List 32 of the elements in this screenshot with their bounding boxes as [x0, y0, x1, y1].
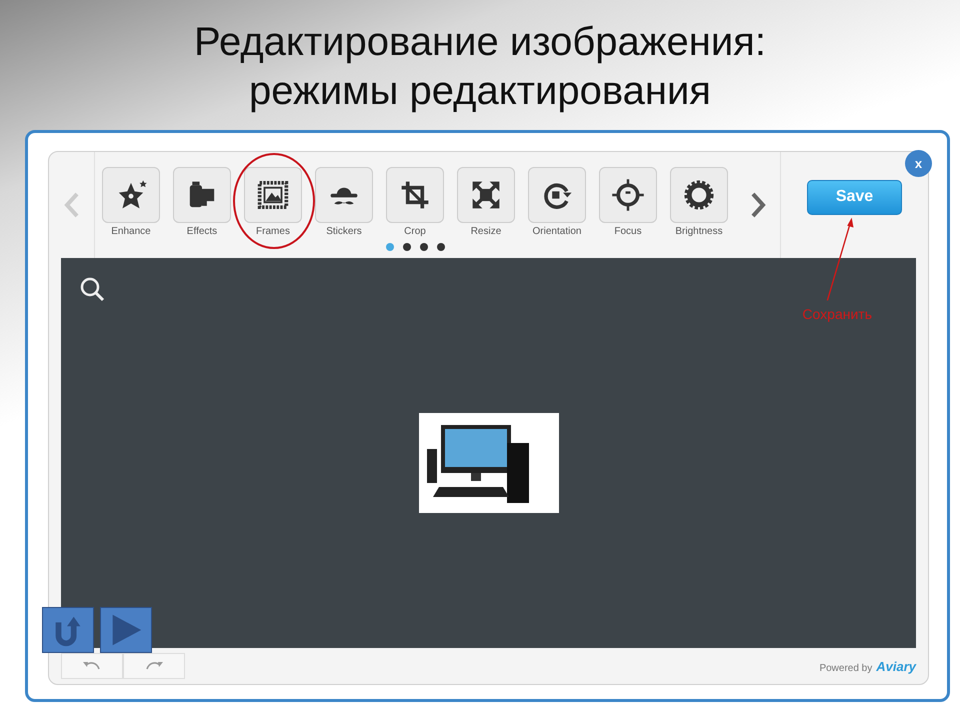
credit-text: Powered by — [819, 662, 872, 674]
tool-label[interactable]: Resize — [470, 226, 502, 237]
tool-label[interactable]: Brightness — [675, 226, 723, 237]
page-dot[interactable] — [402, 243, 410, 251]
tool-label[interactable]: Crop — [404, 226, 426, 237]
tool-label[interactable]: Orientation — [532, 226, 582, 237]
tool-button[interactable] — [173, 167, 231, 223]
tool-label[interactable]: Stickers — [326, 226, 362, 237]
page-dot[interactable] — [386, 243, 394, 251]
tool-label[interactable]: Enhance — [111, 226, 151, 237]
tool-button[interactable] — [670, 167, 728, 223]
gear-icon — [682, 178, 716, 212]
slide-title: режимы редактирования — [249, 68, 711, 115]
close-button[interactable]: x — [905, 150, 932, 177]
tool-button[interactable] — [528, 167, 586, 223]
tool-button[interactable] — [599, 167, 657, 223]
chevron-right-icon[interactable] — [750, 192, 766, 218]
zoom-icon[interactable] — [79, 276, 105, 302]
tool-button[interactable] — [315, 167, 373, 223]
slide-title: Редактирование изображения: — [194, 19, 766, 66]
framed-picture-icon — [256, 178, 290, 212]
page-dot[interactable] — [436, 243, 444, 251]
tool-label[interactable]: Focus — [614, 226, 642, 237]
tool-button[interactable] — [244, 167, 302, 223]
crosshair-icon — [611, 178, 645, 212]
tool-button[interactable] — [386, 167, 444, 223]
tool-button[interactable] — [102, 167, 160, 223]
tool-label[interactable]: Frames — [256, 226, 290, 237]
page-dot[interactable] — [420, 243, 428, 251]
tool-label[interactable]: Effects — [186, 226, 218, 237]
tool-button[interactable] — [457, 167, 515, 223]
annotation-label: Сохранить — [802, 306, 872, 322]
